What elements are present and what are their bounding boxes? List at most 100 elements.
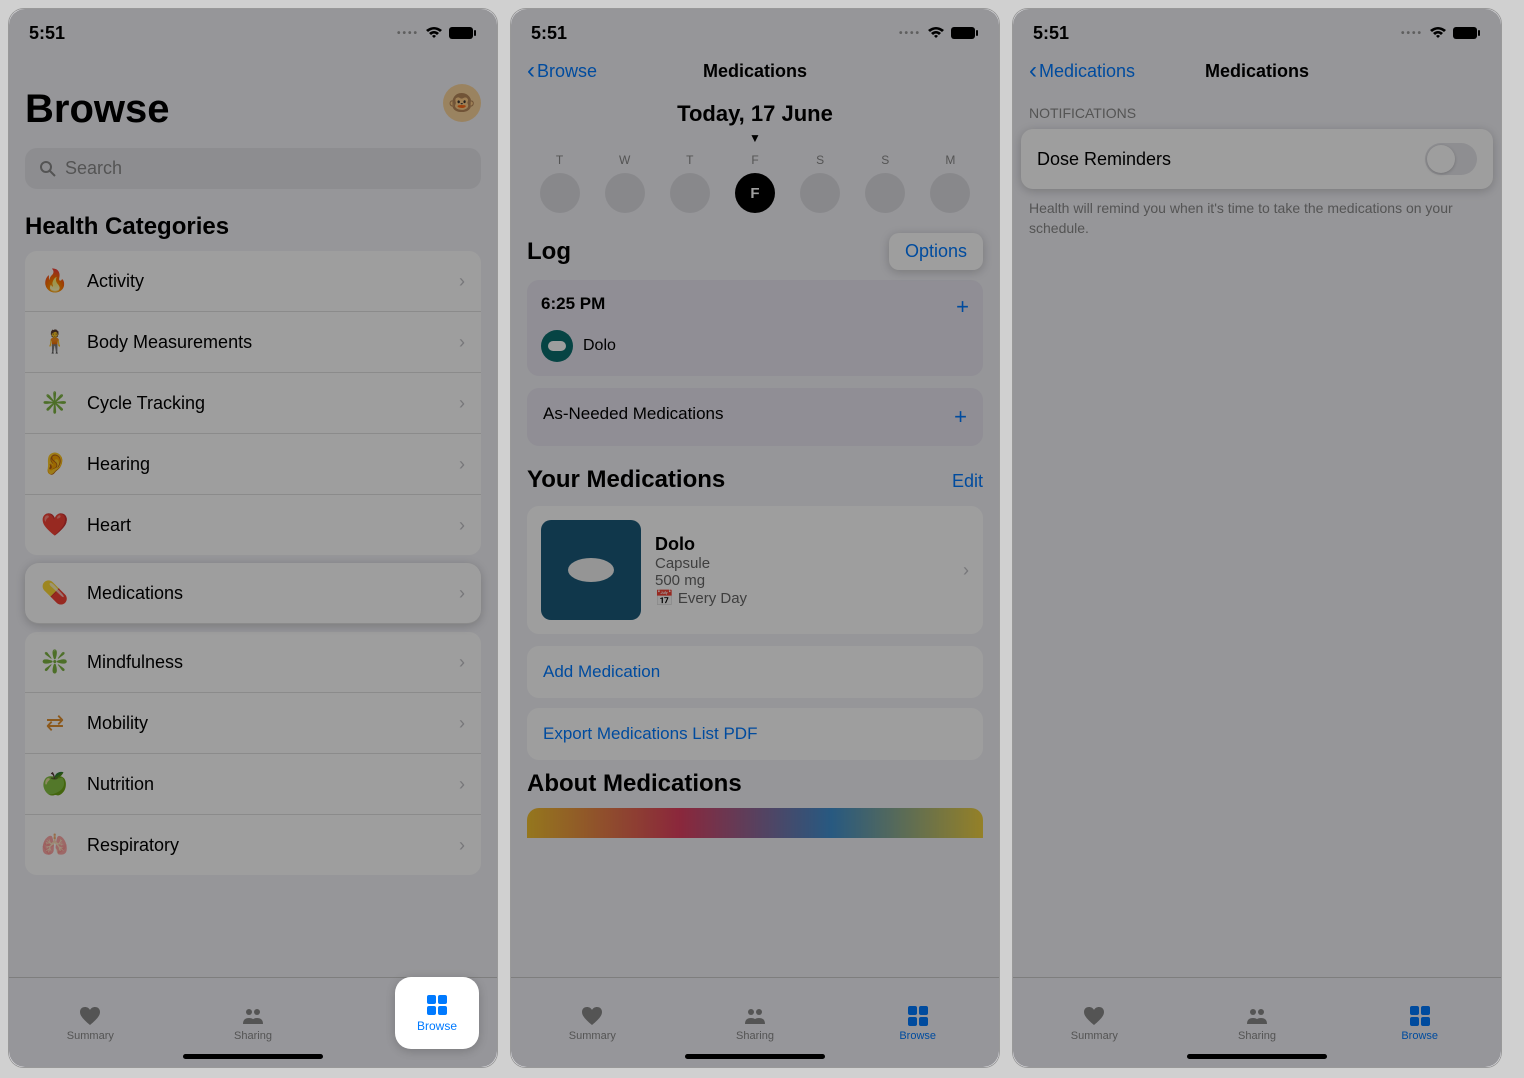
category-hearing[interactable]: 👂Hearing›: [25, 434, 481, 495]
help-text: Health will remind you when it's time to…: [1013, 189, 1501, 248]
chevron-right-icon: ›: [459, 515, 465, 536]
chevron-right-icon: ›: [459, 835, 465, 856]
category-cycle[interactable]: ✳️Cycle Tracking›: [25, 373, 481, 434]
chevron-left-icon: ‹: [527, 57, 535, 85]
heart-icon: ❤️: [41, 511, 69, 539]
category-list-2: ❇️Mindfulness› ⇄Mobility› 🍏Nutrition› 🫁R…: [25, 632, 481, 875]
chevron-right-icon: ›: [963, 560, 969, 581]
people-icon: [742, 1004, 768, 1028]
category-activity[interactable]: 🔥Activity›: [25, 251, 481, 312]
add-icon[interactable]: +: [954, 404, 967, 430]
options-button[interactable]: Options: [889, 233, 983, 270]
edit-button[interactable]: Edit: [952, 471, 983, 492]
mobility-icon: ⇄: [41, 709, 69, 737]
battery-icon: [951, 26, 979, 40]
tab-summary[interactable]: Summary: [1013, 978, 1176, 1067]
section-label: NOTIFICATIONS: [1029, 105, 1501, 121]
toggle-label: Dose Reminders: [1037, 149, 1171, 170]
day-circle[interactable]: [930, 173, 970, 213]
pill-icon: [541, 330, 573, 362]
avatar[interactable]: 🐵: [443, 84, 481, 122]
day-circle-selected[interactable]: F: [735, 173, 775, 213]
export-pdf-button[interactable]: Export Medications List PDF: [527, 708, 983, 760]
ear-icon: 👂: [41, 450, 69, 478]
home-indicator[interactable]: [1187, 1054, 1327, 1059]
search-input[interactable]: Search: [25, 148, 481, 189]
category-respiratory[interactable]: 🫁Respiratory›: [25, 815, 481, 875]
tab-browse[interactable]: Browse: [1338, 978, 1501, 1067]
your-meds-header: Your Medications: [527, 466, 725, 494]
status-bar: 5:51 ••••: [511, 9, 999, 57]
home-indicator[interactable]: [183, 1054, 323, 1059]
flame-icon: 🔥: [41, 267, 69, 295]
home-indicator[interactable]: [685, 1054, 825, 1059]
day-circle[interactable]: [540, 173, 580, 213]
wifi-icon: [425, 26, 443, 40]
status-time: 5:51: [531, 23, 567, 44]
log-card[interactable]: 6:25 PM + Dolo: [527, 280, 983, 376]
category-mindfulness[interactable]: ❇️Mindfulness›: [25, 632, 481, 693]
about-banner: [527, 808, 983, 838]
tab-browse-highlighted[interactable]: Browse: [395, 977, 479, 1049]
heart-icon: [77, 1004, 103, 1028]
back-button[interactable]: ‹Browse: [527, 57, 597, 85]
back-button[interactable]: ‹Medications: [1029, 57, 1135, 85]
chevron-right-icon: ›: [459, 713, 465, 734]
category-list: 🔥Activity› 🧍Body Measurements› ✳️Cycle T…: [25, 251, 481, 555]
tab-browse[interactable]: Browse: [836, 978, 999, 1067]
cycle-icon: ✳️: [41, 389, 69, 417]
lungs-icon: 🫁: [41, 831, 69, 859]
grid-icon: [424, 993, 450, 1017]
body-icon: 🧍: [41, 328, 69, 356]
nav-bar: ‹Medications Medications: [1013, 57, 1501, 85]
dose-reminders-row[interactable]: Dose Reminders: [1021, 129, 1493, 189]
category-nutrition[interactable]: 🍏Nutrition›: [25, 754, 481, 815]
status-time: 5:51: [29, 23, 65, 44]
log-time: 6:25 PM: [541, 294, 605, 320]
chevron-right-icon: ›: [459, 583, 465, 604]
heart-icon: [1081, 1004, 1107, 1028]
status-time: 5:51: [1033, 23, 1069, 44]
people-icon: [1244, 1004, 1270, 1028]
search-icon: [39, 160, 57, 178]
as-needed-card[interactable]: As-Needed Medications+: [527, 388, 983, 446]
category-heart[interactable]: ❤️Heart›: [25, 495, 481, 555]
med-name: Dolo: [583, 337, 616, 355]
calendar-icon: 📅: [655, 590, 674, 607]
add-icon[interactable]: +: [956, 294, 969, 320]
cellular-icon: ••••: [899, 28, 921, 39]
chevron-right-icon: ›: [459, 332, 465, 353]
category-medications[interactable]: 💊 Medications ›: [25, 563, 481, 624]
log-header: Log: [527, 238, 571, 266]
battery-icon: [1453, 26, 1481, 40]
toggle-switch[interactable]: [1425, 143, 1477, 175]
day-circle[interactable]: [670, 173, 710, 213]
screen-medications-settings: 5:51 •••• ‹Medications Medications NOTIF…: [1012, 8, 1502, 1068]
day-circle[interactable]: [605, 173, 645, 213]
screen-browse: 5:51 •••• Browse 🐵 Search Health Categor…: [8, 8, 498, 1068]
grid-icon: [905, 1004, 931, 1028]
page-title: Browse: [25, 87, 170, 132]
chevron-left-icon: ‹: [1029, 57, 1037, 85]
day-circle[interactable]: [800, 173, 840, 213]
nav-title: Medications: [703, 61, 807, 82]
week-strip[interactable]: T W T FF S S M: [527, 153, 983, 213]
medication-card[interactable]: Dolo Capsule 500 mg 📅 Every Day ›: [527, 506, 983, 634]
tab-summary[interactable]: Summary: [511, 978, 674, 1067]
grid-icon: [1407, 1004, 1433, 1028]
chevron-right-icon: ›: [459, 652, 465, 673]
status-bar: 5:51 ••••: [9, 9, 497, 57]
day-circle[interactable]: [865, 173, 905, 213]
wifi-icon: [927, 26, 945, 40]
pill-thumbnail: [541, 520, 641, 620]
nav-bar: ‹Browse Medications: [511, 57, 999, 85]
chevron-right-icon: ›: [459, 271, 465, 292]
section-header: Health Categories: [25, 213, 481, 241]
wifi-icon: [1429, 26, 1447, 40]
cellular-icon: ••••: [1401, 28, 1423, 39]
add-medication-button[interactable]: Add Medication: [527, 646, 983, 698]
tab-summary[interactable]: Summary: [9, 978, 172, 1067]
category-mobility[interactable]: ⇄Mobility›: [25, 693, 481, 754]
category-body[interactable]: 🧍Body Measurements›: [25, 312, 481, 373]
search-placeholder: Search: [65, 158, 122, 179]
